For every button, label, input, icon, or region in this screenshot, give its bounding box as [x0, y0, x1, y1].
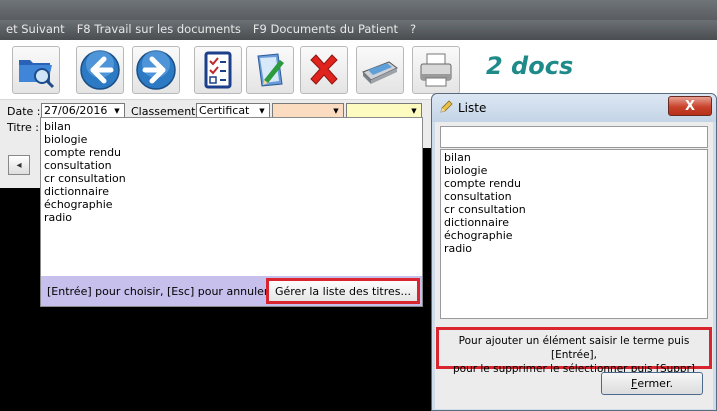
manage-titles-label: Gérer la liste des titres... [269, 281, 417, 301]
dropdown-footer: [Entrée] pour choisir, [Esc] pour annule… [41, 276, 422, 306]
liste-title: Liste [458, 101, 487, 115]
checklist-button[interactable] [194, 46, 242, 94]
list-item[interactable]: dictionnaire [44, 185, 419, 198]
forward-button[interactable] [132, 46, 180, 94]
scanner-button[interactable] [356, 46, 404, 94]
list-item[interactable]: bilan [444, 151, 704, 164]
list-item[interactable]: consultation [444, 190, 704, 203]
chevron-down-icon[interactable]: ▼ [407, 104, 421, 118]
pencil-icon [440, 100, 453, 113]
menu-item-travail-documents[interactable]: F8 Travail sur les documents [71, 22, 247, 36]
list-item[interactable]: échographie [444, 229, 704, 242]
chevron-down-icon[interactable]: ▼ [110, 104, 124, 118]
forward-arrow-icon [136, 50, 176, 90]
list-item[interactable]: compte rendu [444, 177, 704, 190]
titre-label: Titre : [7, 121, 40, 134]
date-value: 27/06/2016 [44, 104, 108, 117]
document-count: 2 docs [486, 52, 574, 80]
scanner-icon [362, 61, 398, 84]
list-item[interactable]: biologie [44, 133, 419, 146]
close-icon: X [684, 98, 696, 114]
list-item[interactable]: compte rendu [44, 146, 419, 159]
list-item[interactable]: dictionnaire [444, 216, 704, 229]
toolbar: 2 docs [0, 40, 717, 100]
arrow-left-small-icon: ◂ [16, 159, 22, 171]
menu-item-suivant[interactable]: et Suivant [0, 22, 71, 36]
delete-button[interactable] [300, 46, 348, 94]
liste-titlebar[interactable]: Liste X [432, 94, 716, 122]
fermer-button[interactable]: Fermer. [601, 372, 703, 395]
dropdown-hint: [Entrée] pour choisir, [Esc] pour annule… [47, 285, 278, 298]
printer-icon [420, 53, 452, 87]
liste-items-box: bilan biologie compte rendu consultation… [440, 149, 708, 319]
list-item[interactable]: bilan [44, 120, 419, 133]
menu-items: et Suivant F8 Travail sur les documents … [0, 22, 422, 36]
list-item[interactable]: consultation [44, 159, 419, 172]
nav-small-button[interactable]: ◂ [8, 155, 30, 175]
list-item[interactable]: échographie [44, 198, 419, 211]
delete-x-icon [310, 54, 338, 85]
folder-search-button[interactable] [12, 46, 60, 94]
edit-document-button[interactable] [246, 46, 294, 94]
classement-value: Certificat [199, 104, 250, 117]
printer-button[interactable] [412, 46, 460, 94]
close-button[interactable]: X [668, 96, 712, 116]
titre-dropdown: bilan biologie compte rendu consultation… [40, 117, 423, 307]
menubar: et Suivant F8 Travail sur les documents … [0, 0, 717, 40]
list-item[interactable]: radio [44, 211, 419, 224]
fermer-label: ermer. [637, 377, 673, 390]
manage-titles-button[interactable]: Gérer la liste des titres... [266, 278, 420, 304]
chevron-down-icon[interactable]: ▼ [329, 104, 343, 118]
liste-help-text: Pour ajouter un élément saisir le terme … [436, 327, 712, 375]
menu-item-documents-patient[interactable]: F9 Documents du Patient [247, 22, 404, 36]
list-item[interactable]: radio [444, 242, 704, 255]
checklist-icon [204, 51, 232, 89]
chevron-down-icon[interactable]: ▼ [255, 104, 269, 118]
folder-search-icon [19, 60, 55, 89]
liste-window: Liste X bilan biologie compte rendu cons… [431, 93, 717, 411]
list-item[interactable]: cr consultation [44, 172, 419, 185]
back-button[interactable] [76, 46, 124, 94]
edit-document-icon [257, 53, 284, 87]
date-label: Date : [7, 105, 41, 118]
menu-item-help[interactable]: ? [404, 22, 422, 36]
titre-list: bilan biologie compte rendu consultation… [41, 118, 422, 226]
liste-body: bilan biologie compte rendu consultation… [435, 122, 713, 409]
back-arrow-icon [80, 50, 120, 90]
liste-help-line1: Pour ajouter un élément saisir le terme … [458, 335, 690, 361]
list-item[interactable]: biologie [444, 164, 704, 177]
liste-term-input[interactable] [440, 126, 708, 148]
liste-items: bilan biologie compte rendu consultation… [441, 150, 707, 256]
list-item[interactable]: cr consultation [444, 203, 704, 216]
